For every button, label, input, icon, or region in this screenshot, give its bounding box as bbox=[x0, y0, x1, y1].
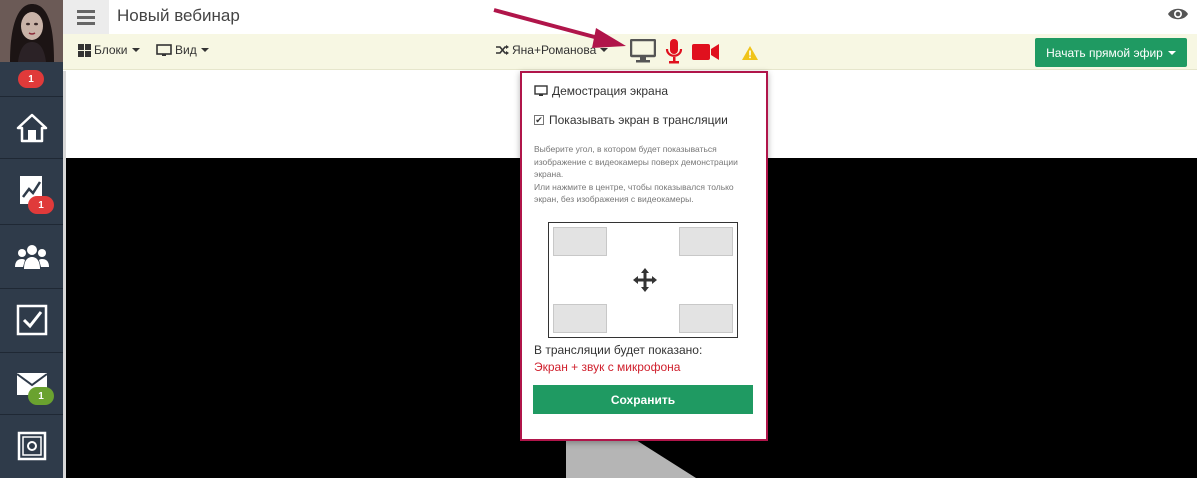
toolbar: Блоки Вид Яна+Романова Начать прямой эфи… bbox=[63, 34, 1197, 70]
monitor-icon bbox=[534, 85, 548, 96]
sidebar-item-tasks[interactable] bbox=[0, 288, 63, 350]
screen-share-icon[interactable] bbox=[630, 39, 656, 63]
result-value: Экран + звук с микрофона bbox=[534, 360, 681, 374]
chevron-down-icon bbox=[1167, 50, 1176, 55]
start-live-label: Начать прямой эфир bbox=[1046, 45, 1163, 60]
chevron-down-icon bbox=[131, 48, 140, 52]
position-bottom-right[interactable] bbox=[679, 304, 733, 333]
safe-icon bbox=[17, 431, 46, 460]
grid-icon bbox=[78, 43, 91, 57]
chevron-down-icon bbox=[200, 48, 209, 52]
camera-icon[interactable] bbox=[692, 43, 720, 61]
avatar[interactable] bbox=[0, 0, 63, 62]
eye-icon[interactable] bbox=[1167, 6, 1189, 22]
popup-title: Демострация экрана bbox=[534, 84, 668, 98]
microphone-icon[interactable] bbox=[665, 38, 683, 64]
show-screen-checkbox[interactable]: ✔ Показывать экран в трансляции bbox=[534, 113, 728, 127]
position-top-right[interactable] bbox=[679, 227, 733, 256]
page-title: Новый вебинар bbox=[117, 6, 240, 25]
result-label: В трансляции будет показано: bbox=[534, 343, 703, 357]
mail-badge: 1 bbox=[28, 387, 54, 405]
view-dropdown[interactable]: Вид bbox=[156, 43, 209, 57]
blocks-label: Блоки bbox=[94, 43, 128, 57]
annotation-arrow bbox=[493, 8, 626, 48]
view-label: Вид bbox=[175, 43, 197, 57]
move-icon[interactable] bbox=[632, 267, 658, 293]
checkbox[interactable]: ✔ bbox=[534, 115, 544, 125]
blocks-dropdown[interactable]: Блоки bbox=[78, 43, 140, 57]
help-text-1: Выберите угол, в котором будет показыват… bbox=[534, 144, 738, 179]
sidebar-item-mail[interactable]: 1 bbox=[0, 352, 63, 414]
camera-position-picker[interactable] bbox=[548, 222, 738, 338]
play-shape bbox=[566, 440, 696, 478]
monitor-icon bbox=[156, 43, 172, 56]
sidebar: 1 1 1 bbox=[0, 0, 63, 478]
page-header: Новый вебинар bbox=[63, 0, 1197, 34]
sidebar-item-statistics[interactable]: 1 bbox=[0, 158, 63, 220]
statistics-badge: 1 bbox=[28, 196, 54, 214]
home-icon bbox=[16, 113, 47, 142]
show-screen-label: Показывать экран в трансляции bbox=[549, 113, 728, 127]
avatar-notification-badge: 1 bbox=[18, 70, 44, 88]
position-bottom-left[interactable] bbox=[553, 304, 607, 333]
screen-share-popup: Демострация экрана ✔ Показывать экран в … bbox=[520, 71, 768, 441]
start-live-button[interactable]: Начать прямой эфир bbox=[1035, 38, 1187, 67]
sidebar-item-home[interactable] bbox=[0, 96, 63, 158]
save-button[interactable]: Сохранить bbox=[533, 385, 753, 414]
checkbox-icon bbox=[16, 304, 47, 335]
menu-button[interactable] bbox=[63, 0, 109, 34]
webinar-room: 1 1 1 Новый вебинар Блоки Вид Яна+Романо… bbox=[0, 0, 1197, 478]
help-text: Выберите угол, в котором будет показыват… bbox=[534, 143, 760, 206]
position-top-left[interactable] bbox=[553, 227, 607, 256]
users-icon bbox=[14, 244, 49, 269]
warning-icon[interactable] bbox=[741, 45, 759, 61]
help-text-2: Или нажмите в центре, чтобы показывался … bbox=[534, 181, 734, 205]
sidebar-item-users[interactable] bbox=[0, 224, 63, 286]
sidebar-item-safe[interactable] bbox=[0, 414, 63, 476]
popup-title-text: Демострация экрана bbox=[552, 84, 668, 98]
